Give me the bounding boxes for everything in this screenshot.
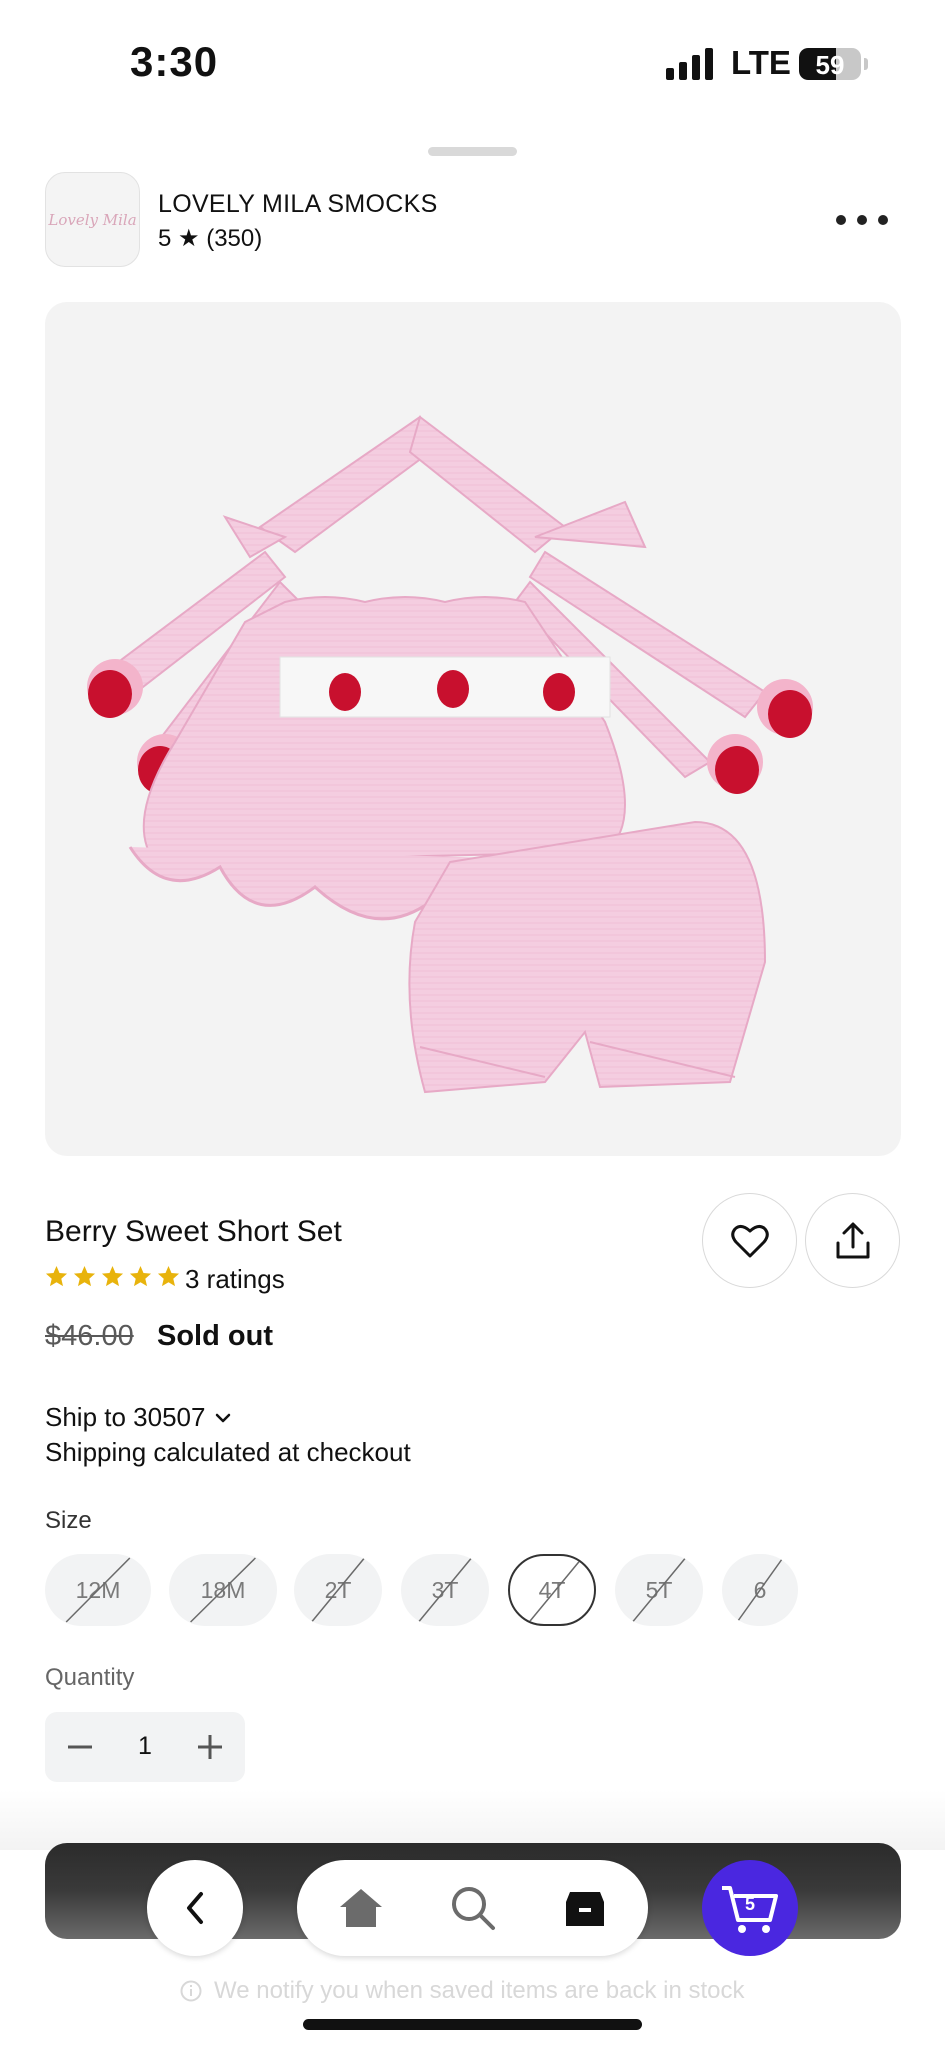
battery-icon: 59 xyxy=(799,48,861,80)
shipping-note: Shipping calculated at checkout xyxy=(45,1437,411,1467)
package-icon xyxy=(566,1892,604,1926)
ship-to-selector[interactable]: Ship to 30507 xyxy=(45,1402,231,1433)
more-options-icon[interactable] xyxy=(836,210,888,230)
shop-logo-text: Lovely Mila xyxy=(48,210,137,229)
original-price: $46.00 xyxy=(45,1320,134,1352)
home-icon xyxy=(340,1889,382,1927)
product-image[interactable] xyxy=(45,302,901,1156)
star-icon xyxy=(101,1265,124,1287)
ship-to-label: Ship to 30507 xyxy=(45,1402,206,1432)
chevron-down-icon xyxy=(216,1413,231,1422)
star-icon xyxy=(73,1265,96,1287)
status-bar: 3:30 LTE 59 xyxy=(0,0,945,110)
unavailable-slash xyxy=(190,1557,256,1623)
orders-button[interactable] xyxy=(561,1884,609,1932)
size-label: Size xyxy=(45,1507,92,1534)
ratings-count[interactable]: 3 ratings xyxy=(185,1264,285,1295)
cart-count-badge: 5 xyxy=(744,1894,755,1914)
minus-icon xyxy=(68,1745,92,1749)
back-in-stock-notice: We notify you when saved items are back … xyxy=(180,1977,744,2005)
quantity-stepper: 1 xyxy=(45,1712,245,1782)
heart-icon xyxy=(730,1224,769,1257)
status-time: 3:30 xyxy=(130,38,219,85)
star-icon xyxy=(129,1265,152,1287)
unavailable-slash xyxy=(65,1557,131,1623)
network-label: LTE xyxy=(731,44,791,81)
share-icon xyxy=(836,1222,869,1258)
battery-level: 59 xyxy=(815,50,845,80)
unavailable-slash xyxy=(418,1557,472,1623)
nav-pill xyxy=(297,1860,648,1956)
product-title: Berry Sweet Short Set xyxy=(45,1215,342,1248)
unavailable-slash xyxy=(736,1557,784,1623)
size-option[interactable]: 18M xyxy=(169,1554,277,1626)
sold-out-label: Sold out xyxy=(157,1320,273,1352)
quantity-value: 1 xyxy=(138,1732,152,1760)
chevron-left-icon xyxy=(187,1892,203,1924)
size-option[interactable]: 3T xyxy=(401,1554,489,1626)
size-option[interactable]: 2T xyxy=(294,1554,382,1626)
shop-logo[interactable]: Lovely Mila xyxy=(45,172,140,267)
size-option[interactable]: 4T xyxy=(508,1554,596,1626)
back-button[interactable] xyxy=(147,1860,243,1956)
info-icon xyxy=(180,1980,202,2002)
rating-stars xyxy=(45,1265,180,1288)
bottom-fade xyxy=(0,1790,945,1850)
notify-text: We notify you when saved items are back … xyxy=(214,1977,745,2004)
home-button[interactable] xyxy=(337,1884,385,1932)
cart-button[interactable]: 5 xyxy=(702,1860,798,1956)
quantity-label: Quantity xyxy=(45,1664,135,1691)
unavailable-slash xyxy=(632,1557,686,1623)
shop-name[interactable]: LOVELY MILA SMOCKS xyxy=(158,190,438,219)
share-button[interactable] xyxy=(805,1193,900,1288)
size-option[interactable]: 6 xyxy=(722,1554,798,1626)
shop-rating: 5 ★ (350) xyxy=(158,225,263,252)
unavailable-slash xyxy=(311,1557,365,1623)
star-icon xyxy=(45,1265,68,1287)
search-icon xyxy=(452,1887,495,1930)
signal-icon xyxy=(666,48,713,80)
star-icon xyxy=(157,1265,180,1287)
product-illustration xyxy=(87,415,813,1094)
plus-icon xyxy=(198,1735,222,1759)
quantity-decrease-button[interactable] xyxy=(65,1732,95,1762)
size-option[interactable]: 12M xyxy=(45,1554,151,1626)
sheet-grabber[interactable] xyxy=(428,147,517,156)
home-indicator xyxy=(303,2019,642,2030)
favorite-button[interactable] xyxy=(702,1193,797,1288)
size-option[interactable]: 5T xyxy=(615,1554,703,1626)
battery-tip xyxy=(864,58,868,70)
unavailable-slash xyxy=(527,1559,581,1624)
quantity-increase-button[interactable] xyxy=(195,1732,225,1762)
search-button[interactable] xyxy=(449,1884,497,1932)
